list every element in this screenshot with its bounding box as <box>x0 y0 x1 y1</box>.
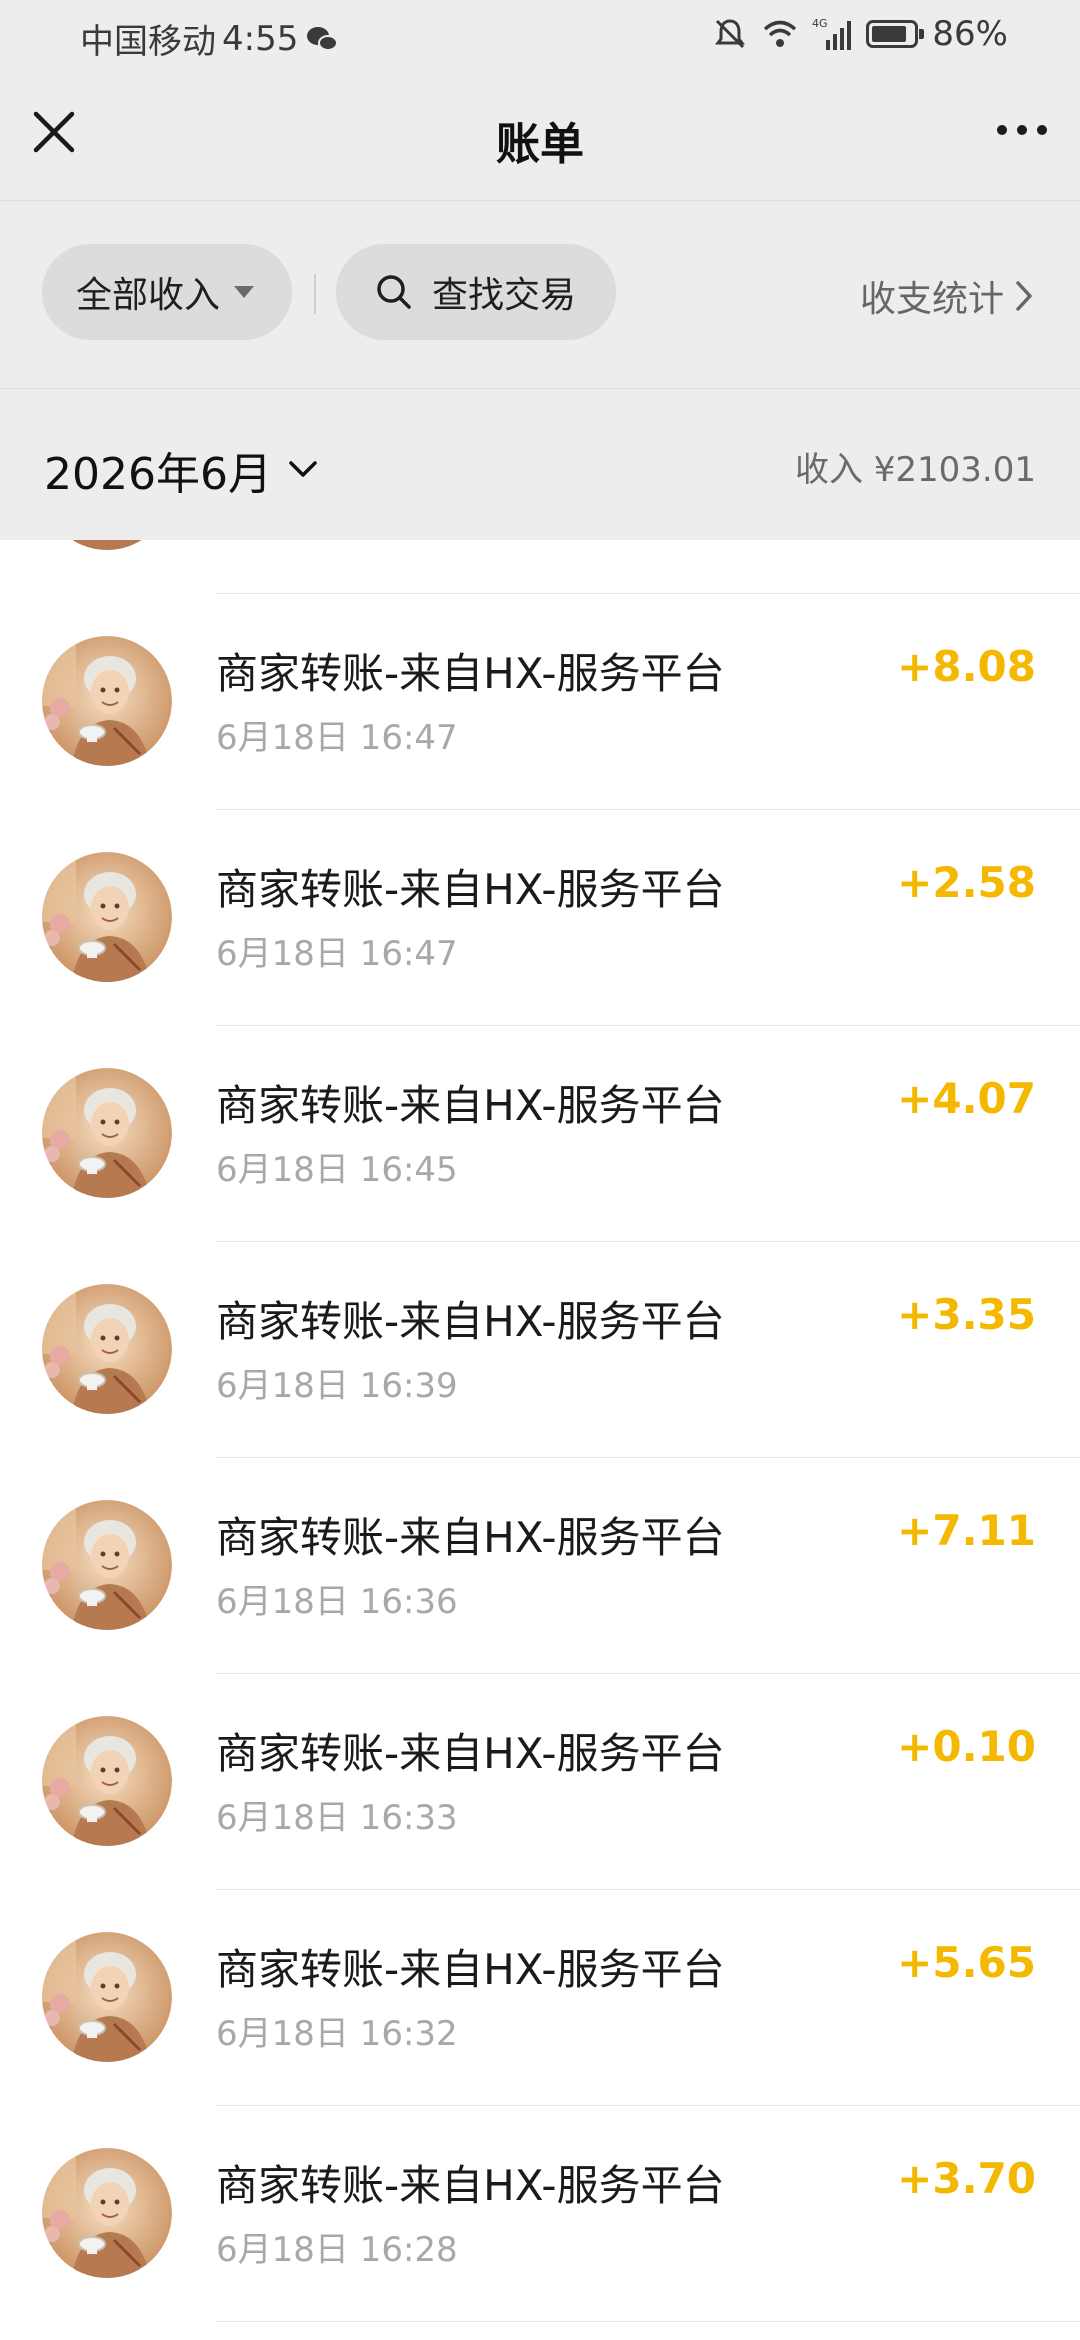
avatar <box>72 540 150 550</box>
row-divider <box>216 2321 1080 2322</box>
transaction-time: 6月18日 16:47 <box>216 718 458 758</box>
nav-bar: 账单 <box>0 76 1080 200</box>
transaction-title: 商家转账-来自HX-服务平台 <box>216 1945 725 1994</box>
more-icon[interactable] <box>994 118 1050 142</box>
transaction-time: 6月18日 16:36 <box>216 1582 458 1622</box>
transaction-time: 6月18日 16:45 <box>216 1150 458 1190</box>
caret-down-icon <box>234 286 255 298</box>
status-bar: 中国移动 4:55 4G 86% <box>0 0 1080 76</box>
transaction-list: 6月18日 16:54 商家转账-来自HX-服务平台 6月18日 16:47 +8.0… <box>0 540 1080 2340</box>
transaction-amount: +3.35 <box>897 1290 1036 1339</box>
avatar <box>42 1932 172 2062</box>
transaction-amount: +7.11 <box>897 1506 1036 1555</box>
transaction-row[interactable]: 商家转账-来自HX-服务平台 6月18日 16:36 +7.11 <box>0 1458 1080 1674</box>
search-transaction-button[interactable]: 查找交易 <box>336 244 616 340</box>
type-filter-label: 全部收入 <box>76 275 221 316</box>
status-right: 4G 86% <box>712 14 1008 54</box>
transaction-amount: +3.70 <box>897 2154 1036 2203</box>
search-label: 查找交易 <box>432 275 577 316</box>
month-label: 2026年6月 <box>44 449 272 500</box>
transaction-time: 6月18日 16:32 <box>216 2014 458 2054</box>
transaction-row[interactable]: 商家转账-来自HX-服务平台 6月18日 16:47 +2.58 <box>0 810 1080 1026</box>
page-title: 账单 <box>496 119 584 170</box>
transaction-amount: +2.58 <box>897 858 1036 907</box>
chevron-right-icon <box>1016 281 1032 311</box>
avatar <box>42 1500 172 1630</box>
avatar <box>42 1716 172 1846</box>
filter-bar: 全部收入 查找交易 收支统计 <box>0 200 1080 388</box>
transaction-row[interactable]: 商家转账-来自HX-服务平台 6月18日 16:47 +8.08 <box>0 594 1080 810</box>
transaction-title: 商家转账-来自HX-服务平台 <box>216 2161 725 2210</box>
month-selector[interactable]: 2026年6月 <box>44 438 318 502</box>
income-summary: 收入 ¥2103.01 <box>794 450 1036 490</box>
status-left: 中国移动 4:55 <box>80 14 340 63</box>
battery-level <box>872 26 907 42</box>
avatar <box>42 1068 172 1198</box>
transaction-title: 商家转账-来自HX-服务平台 <box>216 649 725 698</box>
transaction-row[interactable]: 商家转账-来自HX-服务平台 6月18日 16:45 +4.07 <box>0 1026 1080 1242</box>
transaction-title: 商家转账-来自HX-服务平台 <box>216 1729 725 1778</box>
transaction-title: 商家转账-来自HX-服务平台 <box>216 1513 725 1562</box>
transaction-amount: +4.07 <box>897 1074 1036 1123</box>
transaction-row[interactable]: 6月18日 16:54 <box>0 540 1080 594</box>
transaction-row[interactable]: 商家转账-来自HX-服务平台 6月18日 16:32 +5.65 <box>0 1890 1080 2106</box>
transaction-time: 6月18日 16:47 <box>216 934 458 974</box>
signal-icon: 4G <box>812 17 852 50</box>
mute-bell-icon <box>715 19 746 49</box>
chevron-down-icon <box>289 461 317 477</box>
avatar <box>42 636 172 766</box>
transaction-title: 商家转账-来自HX-服务平台 <box>216 1081 725 1130</box>
transaction-row[interactable]: 商家转账-来自HX-服务平台 6月18日 16:39 +3.35 <box>0 1242 1080 1458</box>
stats-link[interactable]: 收支统计 <box>860 270 1034 322</box>
network-type: 4G <box>812 17 828 30</box>
battery-percent: 86% <box>932 14 1008 54</box>
transaction-title: 商家转账-来自HX-服务平台 <box>216 865 725 914</box>
transaction-time: 6月18日 16:54 <box>216 540 458 543</box>
transaction-amount: +0.10 <box>897 1722 1036 1771</box>
stats-label: 收支统计 <box>859 279 1004 320</box>
transaction-time: 6月18日 16:39 <box>216 1366 458 1406</box>
clock: 4:55 <box>222 18 299 59</box>
avatar <box>42 852 172 982</box>
transaction-amount: +5.65 <box>897 1938 1036 1987</box>
carrier-name: 中国移动 <box>80 22 216 62</box>
month-header: 2026年6月 收入 ¥2103.01 <box>0 388 1080 540</box>
avatar <box>42 1284 172 1414</box>
transaction-row[interactable]: 商家转账-来自HX-服务平台 6月18日 16:28 +3.70 <box>0 2106 1080 2322</box>
wechat-icon <box>307 26 339 51</box>
avatar <box>42 2148 172 2278</box>
transaction-time: 6月18日 16:33 <box>216 1798 458 1838</box>
type-filter-button[interactable]: 全部收入 <box>42 244 292 340</box>
battery-icon <box>866 20 925 48</box>
transaction-row[interactable]: 商家转账-来自HX-服务平台 6月18日 16:33 +0.10 <box>0 1674 1080 1890</box>
transaction-title: 商家转账-来自HX-服务平台 <box>216 1297 725 1346</box>
transaction-amount: +8.08 <box>897 642 1036 691</box>
search-icon <box>377 275 411 309</box>
transaction-time: 6月18日 16:28 <box>216 2230 458 2270</box>
wifi-icon <box>764 20 797 47</box>
divider <box>314 274 316 314</box>
